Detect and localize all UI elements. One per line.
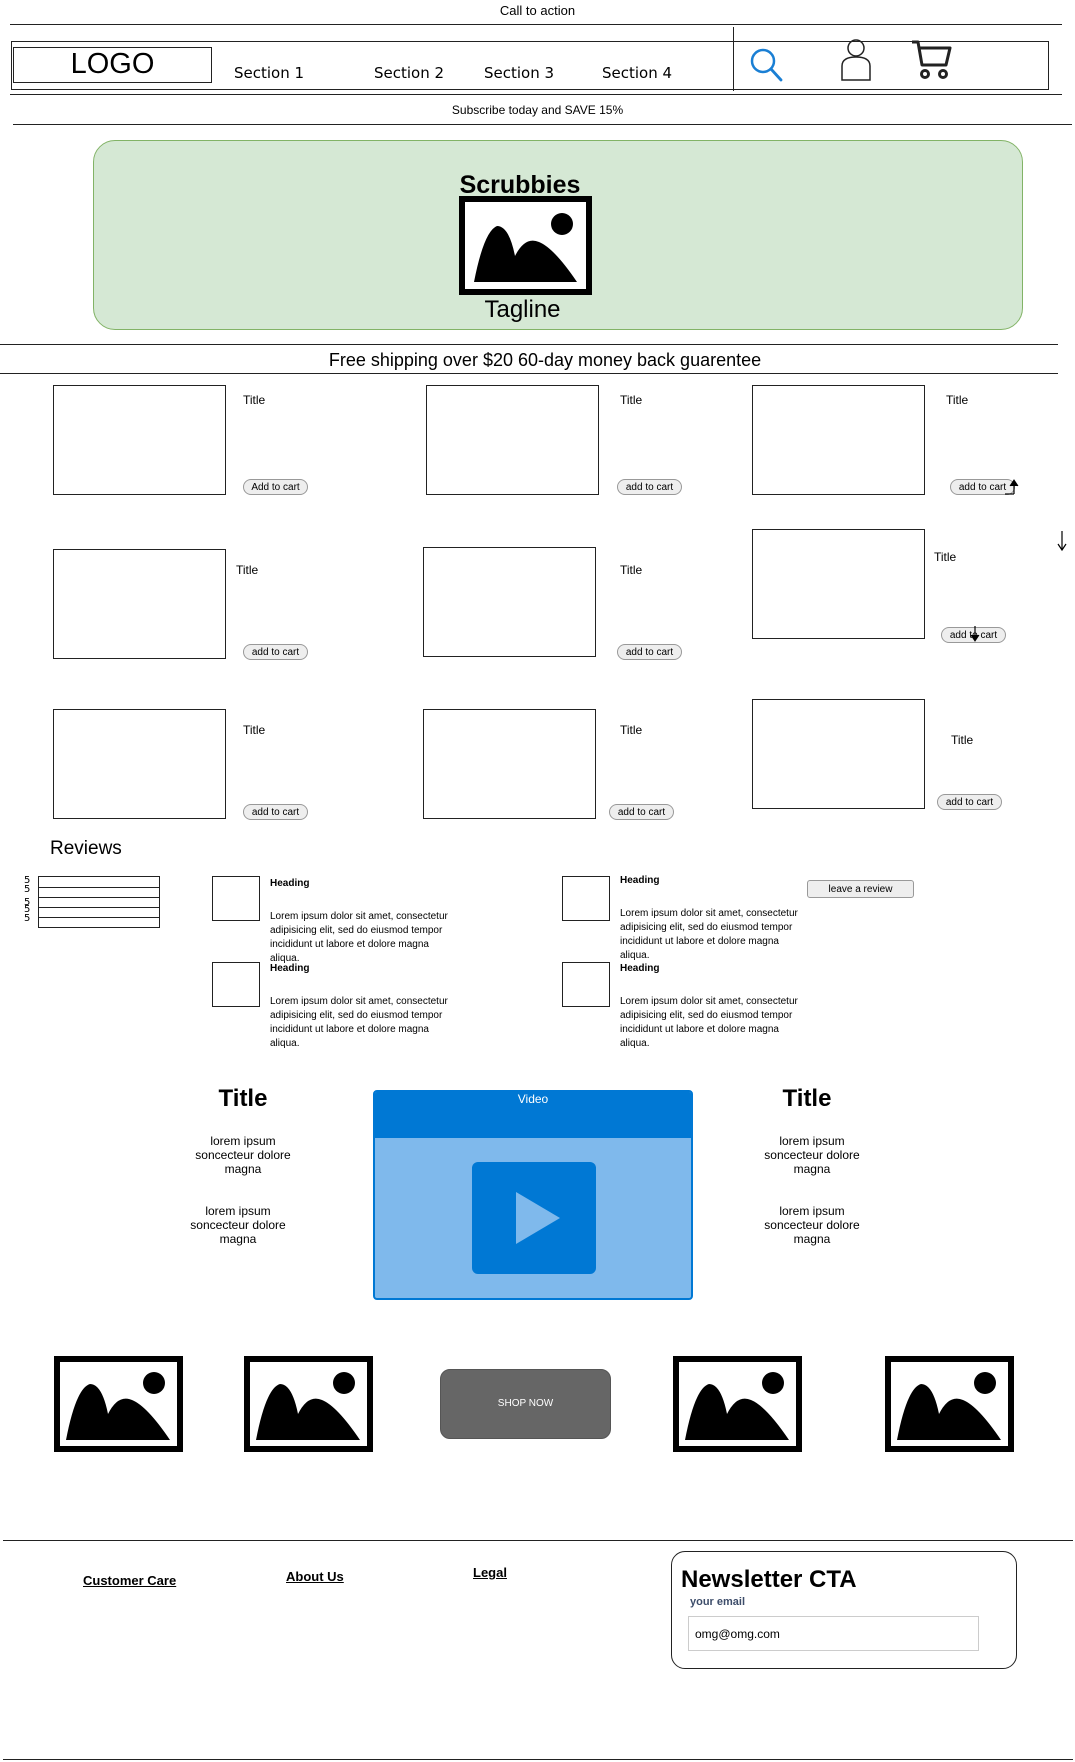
product-title[interactable]: Title [243,393,265,407]
add-to-cart-button[interactable]: add to cart [617,479,682,495]
shipping-banner: Free shipping over $20 60-day money back… [328,350,762,370]
review-body: Lorem ipsum dolor sit amet, consectetur … [620,996,798,1049]
product-title[interactable]: Title [934,550,956,564]
feature-text: lorem ipsum soncecteur dolore magna [764,1134,860,1176]
reviewer-avatar [212,962,260,1007]
add-to-cart-button[interactable]: add to cart [609,804,674,820]
feature-text: lorem ipsum soncecteur dolore magna [190,1204,286,1246]
product-image[interactable] [53,549,226,659]
add-to-cart-button[interactable]: add to cart [617,644,682,660]
product-image[interactable] [426,385,599,495]
arrow-down-icon [1057,531,1067,552]
add-to-cart-button[interactable]: add to cart [243,804,308,820]
email-field[interactable] [688,1616,979,1651]
image-placeholder-icon[interactable] [244,1356,373,1452]
feature-title-right: Title [782,1085,832,1112]
hero-tagline: Tagline [484,296,561,323]
product-image[interactable] [752,385,925,495]
email-label: your email [690,1596,746,1608]
play-button[interactable] [472,1162,596,1274]
divider [10,94,1062,95]
review-heading: Heading [620,875,660,886]
rating-number: 5 [24,884,31,895]
search-icon[interactable] [748,46,784,84]
arrow-up-icon [1005,479,1019,495]
product-image[interactable] [423,547,596,657]
product-title[interactable]: Title [236,563,258,577]
divider [13,124,1072,125]
subscribe-banner[interactable]: Subscribe today and SAVE 15% [0,103,1075,117]
nav-section-4[interactable]: Section 4 [602,64,672,82]
shop-now-button[interactable]: SHOP NOW [440,1369,611,1439]
footer-link-customer-care[interactable]: Customer Care [83,1573,176,1588]
newsletter-title: Newsletter CTA [681,1566,857,1593]
product-title[interactable]: Title [620,723,642,737]
product-title[interactable]: Title [946,393,968,407]
feature-text: lorem ipsum soncecteur dolore magna [764,1204,860,1246]
call-to-action-banner[interactable]: Call to action [0,3,1075,18]
nav-section-3[interactable]: Section 3 [484,64,554,82]
divider [0,344,1058,345]
rating-number: 5 [24,913,31,924]
divider [10,24,1062,25]
product-image[interactable] [423,709,596,819]
add-to-cart-button[interactable]: add to cart [243,644,308,660]
add-to-cart-button[interactable]: add to cart [937,794,1002,810]
review-body: Lorem ipsum dolor sit amet, consectetur … [620,908,798,961]
product-image[interactable] [53,385,226,495]
product-image[interactable] [752,699,925,809]
video-player[interactable]: Video [373,1090,693,1300]
image-placeholder-icon[interactable] [885,1356,1014,1452]
nav-section-2[interactable]: Section 2 [374,64,444,82]
review-body: Lorem ipsum dolor sit amet, consectetur … [270,911,448,964]
product-image[interactable] [53,709,226,819]
product-title[interactable]: Title [951,733,973,747]
review-heading: Heading [620,963,660,974]
footer-divider [3,1540,1073,1541]
image-placeholder-icon[interactable] [673,1356,802,1452]
nav-divider [733,27,734,91]
reviewer-avatar [562,876,610,921]
review-heading: Heading [270,878,310,889]
leave-review-button[interactable]: leave a review [807,880,914,898]
product-image[interactable] [752,529,925,639]
user-icon[interactable] [838,38,874,82]
reviews-title: Reviews [50,838,122,859]
image-placeholder-icon[interactable] [54,1356,183,1452]
reviewer-avatar [212,876,260,921]
review-body: Lorem ipsum dolor sit amet, consectetur … [270,996,448,1049]
rating-summary [38,876,160,928]
product-title[interactable]: Title [243,723,265,737]
feature-text: lorem ipsum soncecteur dolore magna [195,1134,291,1176]
cart-icon[interactable] [910,39,954,81]
reviewer-avatar [562,962,610,1007]
footer-link-legal[interactable]: Legal [473,1565,507,1580]
add-to-cart-button[interactable]: Add to cart [243,479,308,495]
nav-section-1[interactable]: Section 1 [234,64,304,82]
product-title[interactable]: Title [620,563,642,577]
video-label: Video [517,1092,549,1106]
product-title[interactable]: Title [620,393,642,407]
divider [0,373,1058,374]
feature-title-left: Title [218,1085,268,1112]
page-bottom-divider [3,1759,1073,1760]
review-heading: Heading [270,963,310,974]
image-placeholder-icon [459,196,592,295]
logo[interactable]: LOGO [13,47,212,83]
play-icon[interactable] [472,1162,596,1274]
footer-link-about-us[interactable]: About Us [286,1569,344,1584]
arrow-down-icon [970,626,980,642]
